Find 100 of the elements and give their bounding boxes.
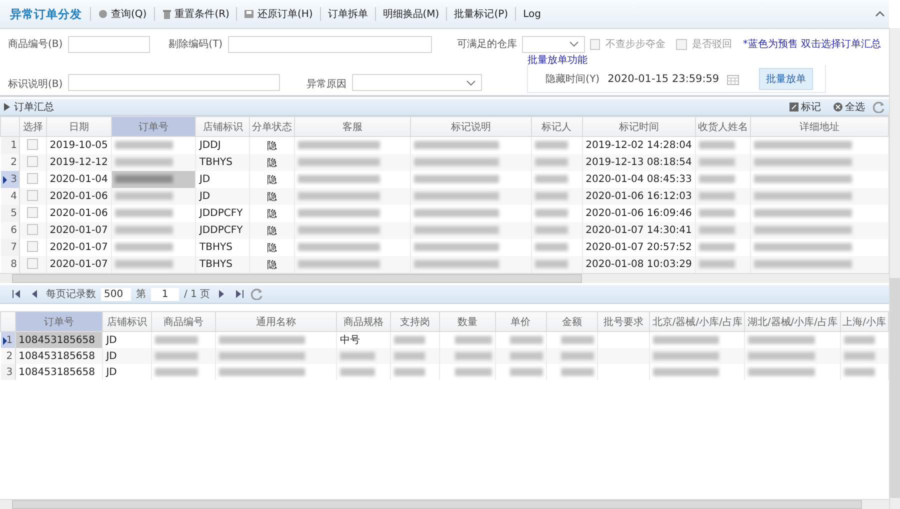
table-cell: 2020-01-07	[46, 222, 112, 239]
column-header[interactable]: 选择	[19, 116, 46, 136]
checkbox[interactable]	[590, 38, 600, 50]
blurred-text	[340, 352, 376, 360]
row-checkbox[interactable]	[27, 258, 38, 268]
toolbar-button[interactable]: 明细换品(M)	[376, 7, 446, 21]
toolbar-button[interactable]: 订单拆单	[320, 7, 375, 21]
toolbar-button[interactable]: Log	[516, 8, 548, 20]
row-header[interactable]: 3	[0, 171, 20, 188]
checkbox-label: 不查步步夺金	[605, 38, 666, 51]
row-number: 2	[6, 350, 13, 362]
row-number: 5	[10, 208, 17, 219]
column-header[interactable]: 标记时间	[582, 116, 696, 136]
header-button[interactable]: 全选	[829, 100, 869, 114]
input-field[interactable]	[68, 36, 150, 52]
row-checkbox[interactable]	[27, 172, 38, 184]
column-header[interactable]: 店铺标识	[196, 116, 250, 136]
first-page-button[interactable]	[10, 290, 23, 298]
column-header[interactable]: 单价	[495, 312, 546, 332]
refresh-icon	[251, 288, 264, 300]
blurred-text	[534, 192, 568, 200]
table-cell: 108453185658	[15, 332, 103, 348]
page-number-field[interactable]: 1	[151, 288, 179, 300]
table-cell: 隐	[250, 188, 295, 205]
dropdown[interactable]	[522, 36, 585, 52]
column-header[interactable]: 支持岗	[390, 312, 440, 332]
row-number: 6	[10, 225, 17, 236]
header-button[interactable]: 标记	[785, 100, 825, 114]
edit-icon	[789, 102, 799, 112]
row-header[interactable]: 2	[0, 348, 16, 364]
row-header[interactable]: 3	[0, 364, 16, 380]
toolbar-button[interactable]: 查询(Q)	[91, 7, 154, 21]
blurred-text	[698, 243, 735, 252]
row-checkbox[interactable]	[27, 190, 38, 200]
field-label: 商品编号(B)	[8, 38, 63, 51]
blurred-text	[394, 352, 426, 360]
field-label: 异常原因	[306, 78, 347, 91]
row-header[interactable]: 6	[0, 222, 20, 239]
row-checkbox[interactable]	[27, 224, 38, 234]
batch-release-button[interactable]: 批量放单	[759, 68, 814, 90]
checkbox-label: 是否驳回	[692, 38, 732, 51]
column-header[interactable]: 标记人	[531, 116, 582, 136]
row-header[interactable]: 8	[0, 256, 20, 273]
blurred-text	[748, 368, 815, 376]
blurred-text	[394, 368, 426, 376]
column-header[interactable]: 北京/器械/小库/占库	[650, 312, 745, 332]
column-header[interactable]: 日期	[46, 116, 112, 136]
column-header[interactable]: 收货人姓名	[695, 116, 750, 136]
table-cell: 108453185658	[15, 348, 103, 364]
row-header[interactable]: 1	[0, 136, 20, 154]
current-row-arrow-icon	[2, 337, 6, 345]
last-page-icon	[235, 290, 244, 298]
row-checkbox[interactable]	[27, 206, 38, 218]
toolbar-button[interactable]: 还原订单(H)	[237, 7, 320, 21]
field-label: 隐藏时间(Y)	[546, 72, 600, 86]
column-header[interactable]: 店铺标识	[102, 312, 152, 332]
column-header[interactable]: 上海/小库	[840, 312, 888, 332]
vertical-scrollbar[interactable]	[889, 28, 900, 509]
row-header[interactable]: 1	[0, 332, 16, 348]
horizontal-scrollbar[interactable]	[0, 273, 889, 283]
column-header[interactable]: 客服	[294, 116, 411, 136]
column-header[interactable]: 订单号	[111, 116, 196, 136]
row-checkbox[interactable]	[27, 138, 38, 150]
column-header[interactable]: 商品编号	[151, 312, 216, 332]
column-header[interactable]: 金额	[546, 312, 598, 332]
column-header[interactable]: 标记说明	[410, 116, 532, 136]
column-header[interactable]: 数量	[439, 312, 496, 332]
field-label: 每页记录数	[46, 288, 96, 301]
row-header[interactable]: 7	[0, 239, 20, 256]
column-header[interactable]: 湖北/器械/小库/占库	[744, 312, 840, 332]
dropdown[interactable]	[352, 74, 482, 91]
next-page-icon	[217, 290, 226, 298]
column-header[interactable]: 通用名称	[216, 312, 336, 332]
row-header[interactable]: 4	[0, 188, 20, 205]
blurred-text	[698, 158, 735, 166]
blurred-text	[114, 209, 174, 218]
column-header[interactable]: 订单号	[15, 312, 103, 332]
checkbox[interactable]	[676, 38, 687, 50]
row-header[interactable]: 2	[0, 154, 20, 171]
input-field[interactable]	[228, 36, 432, 52]
row-header[interactable]: 5	[0, 205, 20, 222]
blurred-text	[844, 352, 875, 360]
row-checkbox[interactable]	[27, 156, 38, 166]
blurred-text	[534, 158, 568, 166]
blurred-text	[114, 243, 174, 252]
column-header[interactable]: 批号要求	[598, 312, 650, 332]
scrollbar-thumb[interactable]	[12, 274, 582, 283]
toolbar-button[interactable]: 重置条件(R)	[154, 7, 236, 21]
column-header[interactable]: 商品规格	[336, 312, 391, 332]
refresh-icon	[873, 101, 885, 113]
last-page-button[interactable]	[233, 290, 246, 298]
input-field[interactable]	[68, 74, 280, 91]
scrollbar-thumb[interactable]	[890, 278, 900, 498]
toolbar-button[interactable]: 批量标记(P)	[447, 7, 516, 21]
date-time-field[interactable]: 2020-01-15 23:59:59	[604, 72, 744, 86]
section-title: 订单汇总	[14, 100, 54, 114]
column-header[interactable]: 分单状态	[250, 116, 295, 136]
page-size-field[interactable]: 500	[101, 288, 131, 300]
column-header[interactable]: 详细地址	[750, 116, 888, 136]
row-checkbox[interactable]	[27, 240, 38, 252]
